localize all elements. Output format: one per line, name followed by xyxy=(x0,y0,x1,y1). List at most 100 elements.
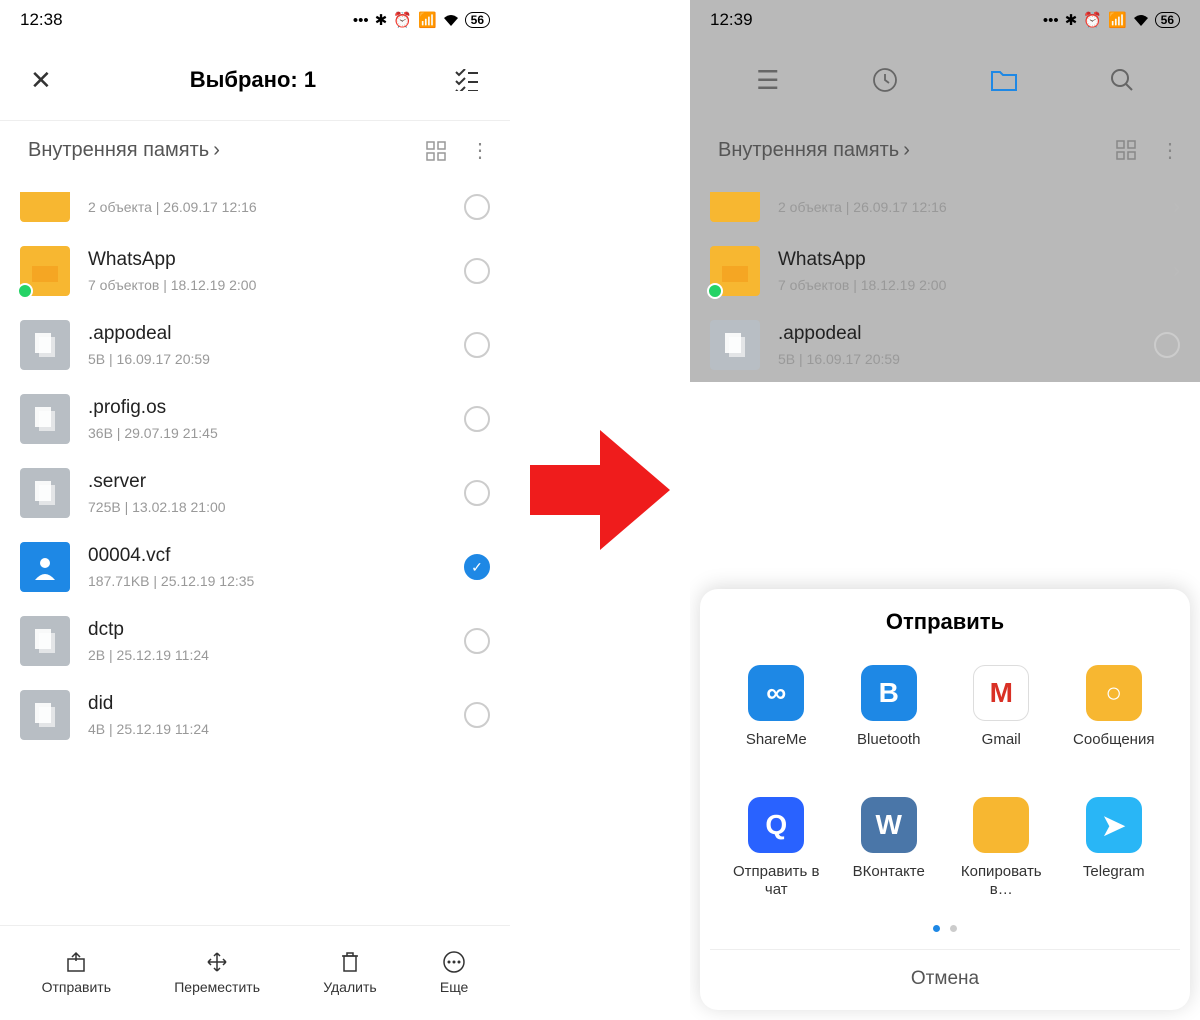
list-item[interactable]: 2 объекта | 26.09.17 12:16 xyxy=(0,180,510,234)
share-app-отправить-в-чат[interactable]: QОтправить в чат xyxy=(725,797,828,899)
item-name: did xyxy=(88,693,446,715)
item-name: .server xyxy=(88,471,446,493)
alarm-icon: ⏰ xyxy=(1083,11,1102,29)
header-title: Выбрано: 1 xyxy=(52,67,454,93)
signal-icon: 📶 xyxy=(1108,11,1127,29)
list-item[interactable]: .profig.os36B | 29.07.19 21:45 xyxy=(0,382,510,456)
item-name: .appodeal xyxy=(88,323,446,345)
selection-checkbox[interactable]: ✓ xyxy=(464,554,490,580)
status-time: 12:39 xyxy=(710,10,753,30)
share-app-telegram[interactable]: ➤Telegram xyxy=(1063,797,1166,899)
grid-view-icon[interactable] xyxy=(1116,140,1136,160)
item-meta: 2 объекта | 26.09.17 12:16 xyxy=(778,199,1155,215)
app-label: Сообщения xyxy=(1073,731,1154,767)
share-app-вконтакте[interactable]: WВКонтакте xyxy=(838,797,941,899)
more-icon: ••• xyxy=(1043,12,1059,29)
bottom-action-bar: Отправить Переместить Удалить Еще xyxy=(0,925,510,1020)
grid-view-icon[interactable] xyxy=(426,141,446,161)
list-item[interactable]: .appodeal5B | 16.09.17 20:59 xyxy=(0,308,510,382)
more-button[interactable]: Еще xyxy=(440,951,469,995)
selection-checkbox[interactable] xyxy=(464,702,490,728)
list-item[interactable]: did 4B | 25.12.19 11:24 xyxy=(0,678,510,752)
share-app-bluetooth[interactable]: BBluetooth xyxy=(838,665,941,767)
bluetooth-icon: ✱ xyxy=(1065,11,1078,29)
status-bar: 12:39 ••• ✱ ⏰ 📶 56 xyxy=(690,0,1200,40)
list-item[interactable]: .server 725B | 13.02.18 21:00 xyxy=(0,456,510,530)
status-bar: 12:38 ••• ✱ ⏰ 📶 56 xyxy=(0,0,510,40)
send-button[interactable]: Отправить xyxy=(42,951,111,995)
item-meta: 2B | 25.12.19 11:24 xyxy=(88,647,446,663)
selection-checkbox[interactable] xyxy=(464,406,490,432)
app-label: ВКонтакте xyxy=(853,863,925,899)
app-icon: M xyxy=(973,665,1029,721)
share-app-сообщения[interactable]: ○Сообщения xyxy=(1063,665,1166,767)
selection-checkbox[interactable] xyxy=(464,628,490,654)
app-icon: Q xyxy=(748,797,804,853)
file-list: 2 объекта | 26.09.17 12:16›WhatsApp7 объ… xyxy=(690,180,1200,382)
item-info: WhatsApp 7 объектов | 18.12.19 2:00 xyxy=(88,249,446,293)
battery-level: 56 xyxy=(1155,12,1180,28)
move-button[interactable]: Переместить xyxy=(174,951,260,995)
share-app-shareme[interactable]: ∞ShareMe xyxy=(725,665,828,767)
list-item[interactable]: WhatsApp 7 объектов | 18.12.19 2:00 xyxy=(0,234,510,308)
folder-icon xyxy=(20,192,70,222)
selection-checkbox[interactable] xyxy=(464,258,490,284)
selection-checkbox[interactable] xyxy=(464,480,490,506)
more-vert-icon[interactable]: ⋮ xyxy=(1160,138,1180,163)
item-info: WhatsApp7 объектов | 18.12.19 2:00 xyxy=(778,249,1155,293)
file-icon xyxy=(20,394,70,444)
breadcrumb[interactable]: Внутренняя память › xyxy=(718,139,910,162)
dot xyxy=(950,925,957,932)
list-item[interactable]: dctp 2B | 25.12.19 11:24 xyxy=(0,604,510,678)
item-meta: 7 объектов | 18.12.19 2:00 xyxy=(778,277,1155,293)
item-meta: 7 объектов | 18.12.19 2:00 xyxy=(88,277,446,293)
selection-checkbox[interactable] xyxy=(464,194,490,220)
item-name: 00004.vcf xyxy=(88,545,446,567)
item-name: dctp xyxy=(88,619,446,641)
arrow-icon xyxy=(530,420,670,560)
breadcrumb-label: Внутренняя память xyxy=(28,139,209,162)
signal-icon: 📶 xyxy=(418,11,437,29)
more-vert-icon[interactable]: ⋮ xyxy=(470,138,490,163)
more-icon: ••• xyxy=(353,12,369,29)
top-tabs: ☰ xyxy=(690,40,1200,120)
share-app-копировать-в-[interactable]: Копировать в… xyxy=(950,797,1053,899)
item-info: .appodeal5B | 16.09.17 20:59 xyxy=(778,323,1136,367)
delete-button[interactable]: Удалить xyxy=(323,951,376,995)
item-info: did 4B | 25.12.19 11:24 xyxy=(88,693,446,737)
battery-level: 56 xyxy=(465,12,490,28)
chevron-right-icon: › xyxy=(1173,260,1180,283)
item-meta: 5B | 16.09.17 20:59 xyxy=(778,351,1136,367)
breadcrumb[interactable]: Внутренняя память › xyxy=(28,139,220,162)
cancel-button[interactable]: Отмена xyxy=(710,949,1180,1000)
item-info: dctp 2B | 25.12.19 11:24 xyxy=(88,619,446,663)
selection-checkbox[interactable] xyxy=(464,332,490,358)
item-meta: 725B | 13.02.18 21:00 xyxy=(88,499,446,515)
app-icon: B xyxy=(861,665,917,721)
selection-checkbox[interactable] xyxy=(1154,332,1180,358)
sheet-title: Отправить xyxy=(710,609,1180,635)
item-name: WhatsApp xyxy=(88,249,446,271)
list-item[interactable]: 00004.vcf187.71KB | 25.12.19 12:35✓ xyxy=(0,530,510,604)
list-item[interactable]: WhatsApp7 объектов | 18.12.19 2:00 › xyxy=(690,234,1200,308)
folder-icon xyxy=(710,246,760,296)
item-meta: 4B | 25.12.19 11:24 xyxy=(88,721,446,737)
file-icon xyxy=(20,320,70,370)
search-icon[interactable] xyxy=(1110,68,1134,92)
share-icon xyxy=(65,951,87,973)
app-icon xyxy=(973,797,1029,853)
recent-icon[interactable] xyxy=(872,67,898,93)
item-info: .appodeal5B | 16.09.17 20:59 xyxy=(88,323,446,367)
list-item[interactable]: .appodeal5B | 16.09.17 20:59 xyxy=(690,308,1200,382)
close-icon[interactable]: ✕ xyxy=(30,65,52,96)
select-all-icon[interactable] xyxy=(454,69,480,91)
share-app-gmail[interactable]: MGmail xyxy=(950,665,1053,767)
folder-tab-icon[interactable] xyxy=(990,68,1018,92)
alarm-icon: ⏰ xyxy=(393,11,412,29)
menu-icon[interactable]: ☰ xyxy=(756,65,779,96)
file-icon xyxy=(20,690,70,740)
item-name: .profig.os xyxy=(88,397,446,419)
more-horiz-icon xyxy=(443,951,465,973)
wifi-icon xyxy=(1133,14,1149,26)
list-item[interactable]: 2 объекта | 26.09.17 12:16› xyxy=(690,180,1200,234)
